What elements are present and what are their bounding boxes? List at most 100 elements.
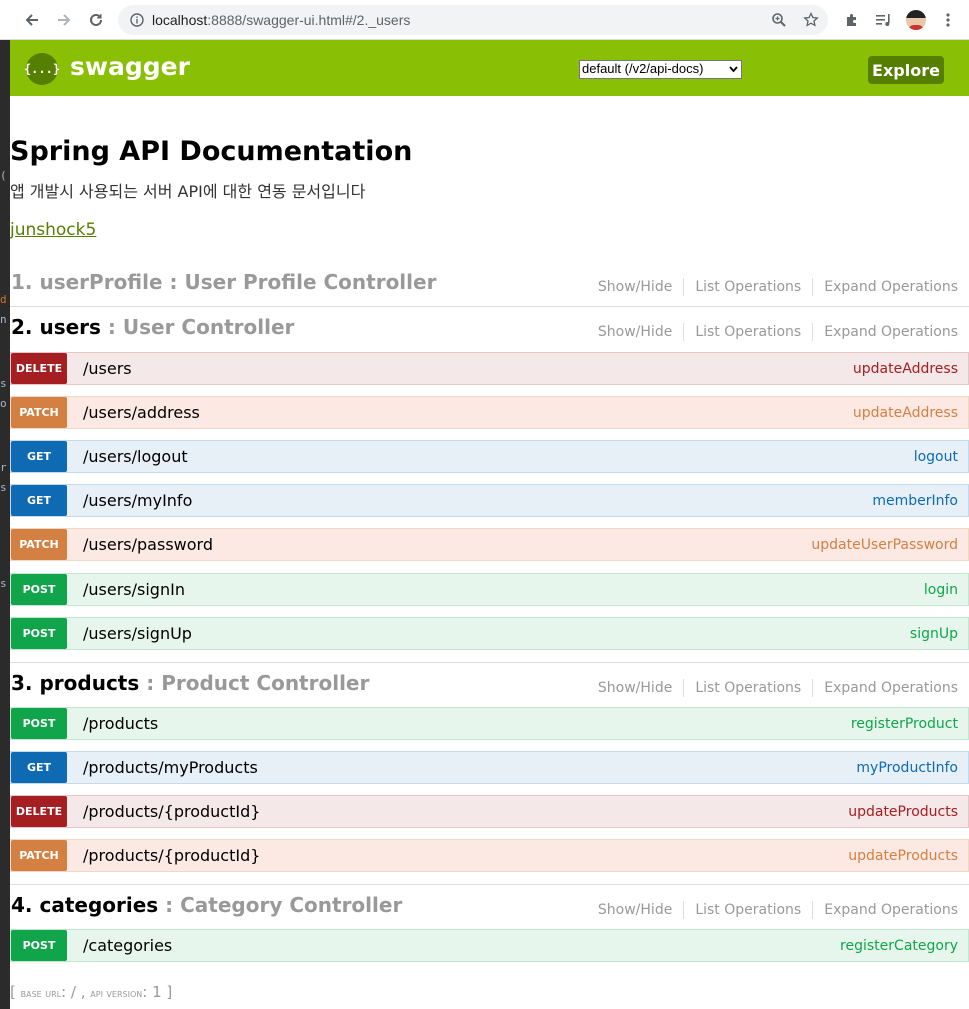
chevron-down-icon [729,66,738,73]
address-bar[interactable]: localhost:8888/swagger-ui.html#/2._users [118,5,828,35]
resource-products-title[interactable]: 3. products : Product Controller [11,671,369,695]
list-operations-link[interactable]: List Operations [695,324,801,340]
resource-divider [10,662,969,663]
operation-get-products-myproducts[interactable]: GET /products/myProducts myProductInfo [10,751,969,784]
operation-delete-users[interactable]: DELETE /users updateAddress [10,352,969,385]
expand-operations-link[interactable]: Expand Operations [824,279,958,295]
operation-path: /products/{productId} [83,802,261,821]
operation-id: myProductInfo [856,760,958,776]
resource-users-heading: 2. users : User Controller Show/Hide Lis… [10,315,969,345]
list-operations-link[interactable]: List Operations [695,680,801,696]
explore-button[interactable]: Explore [868,56,944,84]
api-footer: [ base url: / , api version: 1 ] [10,983,173,1001]
method-badge: DELETE [11,796,67,827]
operation-path: /users/address [83,403,200,422]
zoom-icon[interactable] [770,11,788,29]
resource-products-heading: 3. products : Product Controller Show/Hi… [10,671,969,701]
show-hide-link[interactable]: Show/Hide [598,680,672,696]
profile-avatar[interactable] [906,10,926,30]
operation-id: updateProducts [848,804,958,820]
operation-path: /products [83,714,159,733]
operation-post-products[interactable]: POST /products registerProduct [10,707,969,740]
method-badge: POST [11,574,67,605]
operation-id: registerCategory [840,938,958,954]
swagger-logo-icon[interactable]: {...} [24,53,60,85]
page-title: Spring API Documentation [10,136,413,167]
operation-post-users-signup[interactable]: POST /users/signUp signUp [10,617,969,650]
background-editor-strip: ( d n s o r s s [0,0,10,1009]
url-text[interactable]: localhost:8888/swagger-ui.html#/2._users [152,12,410,28]
operation-id: updateAddress [852,361,958,377]
method-badge: POST [11,708,67,739]
operation-patch-products-productid[interactable]: PATCH /products/{productId} updateProduc… [10,839,969,872]
resource-divider [10,306,969,307]
method-badge: GET [11,485,67,516]
expand-operations-link[interactable]: Expand Operations [824,680,958,696]
forward-arrow-icon[interactable] [54,10,74,30]
show-hide-link[interactable]: Show/Hide [598,324,672,340]
media-queue-icon[interactable] [874,10,894,30]
reload-icon[interactable] [86,10,106,30]
operation-id: logout [913,449,958,465]
list-operations-link[interactable]: List Operations [695,279,801,295]
swagger-logo-text[interactable]: swagger [70,52,190,81]
method-badge: GET [11,441,67,472]
page-description: 앱 개발시 사용되는 서버 API에 대한 연동 문서입니다 [10,182,366,201]
operation-path: /users/myInfo [83,491,193,510]
operation-path: /categories [83,936,173,955]
operation-path: /users/signIn [83,580,185,599]
operation-id: updateProducts [848,848,958,864]
method-badge: POST [11,930,67,961]
operation-post-categories[interactable]: POST /categories registerCategory [10,929,969,962]
operation-id: updateAddress [852,405,958,421]
resource-categories-title[interactable]: 4. categories : Category Controller [11,893,402,917]
resource-userprofile-heading: 1. userProfile : User Profile Controller… [10,270,969,300]
operation-path: /products/myProducts [83,758,258,777]
extensions-puzzle-icon[interactable] [842,10,862,30]
method-badge: DELETE [11,353,67,384]
operation-id: login [923,582,958,598]
back-arrow-icon[interactable] [22,10,42,30]
api-spec-select[interactable]: default (/v2/api-docs) [579,60,742,79]
expand-operations-link[interactable]: Expand Operations [824,902,958,918]
api-version-label: api version [90,987,143,1000]
operation-delete-products-productid[interactable]: DELETE /products/{productId} updateProdu… [10,795,969,828]
base-url-label: base url [20,987,62,1000]
browser-menu-icon[interactable] [938,10,958,30]
operation-patch-users-address[interactable]: PATCH /users/address updateAddress [10,396,969,429]
swagger-header: {...} swagger default (/v2/api-docs) Exp… [10,40,969,96]
contact-link[interactable]: junshock5 [10,220,96,240]
operation-path: /products/{productId} [83,846,261,865]
operation-id: signUp [909,626,958,642]
bookmark-star-icon[interactable] [802,11,820,29]
info-icon[interactable] [128,11,146,29]
operation-get-users-myinfo[interactable]: GET /users/myInfo memberInfo [10,484,969,517]
operation-post-users-signin[interactable]: POST /users/signIn login [10,573,969,606]
operation-path: /users/password [83,535,213,554]
api-version-value: : 1 ] [142,983,173,1001]
method-badge: PATCH [11,397,67,428]
operation-id: updateUserPassword [811,537,958,553]
show-hide-link[interactable]: Show/Hide [598,279,672,295]
operation-path: /users/signUp [83,624,192,643]
url-host: localhost [152,12,208,28]
show-hide-link[interactable]: Show/Hide [598,902,672,918]
operation-path: /users/logout [83,447,188,466]
expand-operations-link[interactable]: Expand Operations [824,324,958,340]
operation-path: /users [83,359,132,378]
operation-get-users-logout[interactable]: GET /users/logout logout [10,440,969,473]
url-path: :8888/swagger-ui.html#/2._users [207,12,411,28]
base-url-value: : / , [61,983,91,1001]
operation-id: memberInfo [872,493,958,509]
resource-divider [10,884,969,885]
method-badge: PATCH [11,840,67,871]
resource-userprofile-title[interactable]: 1. userProfile : User Profile Controller [11,270,436,294]
api-spec-select-value: default (/v2/api-docs) [582,61,704,76]
browser-toolbar: localhost:8888/swagger-ui.html#/2._users [0,0,969,40]
method-badge: PATCH [11,529,67,560]
method-badge: GET [11,752,67,783]
method-badge: POST [11,618,67,649]
operation-patch-users-password[interactable]: PATCH /users/password updateUserPassword [10,528,969,561]
resource-users-title[interactable]: 2. users : User Controller [11,315,294,339]
list-operations-link[interactable]: List Operations [695,902,801,918]
